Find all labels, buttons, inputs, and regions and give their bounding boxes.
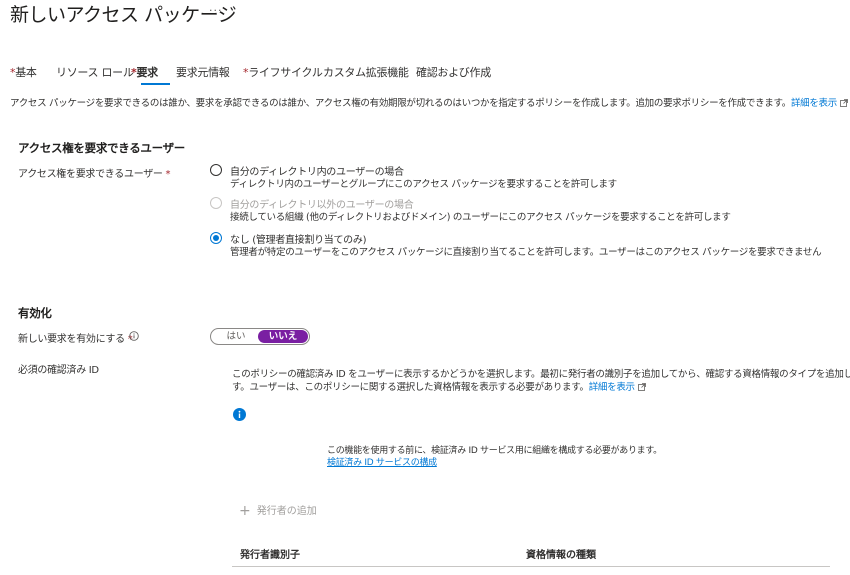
tab-basics[interactable]: *基本 [10, 64, 37, 80]
learn-more-link[interactable]: 詳細を表示 [589, 382, 635, 393]
more-options-button[interactable]: ··· [209, 4, 223, 17]
tab-requests[interactable]: *要求 [131, 64, 158, 80]
required-marker: * [165, 169, 171, 180]
radio-description: 接続している組織 (他のディレクトリおよびドメイン) のユーザーにこのアクセス … [230, 212, 731, 223]
verified-id-label: 必須の確認済み ID [18, 365, 99, 376]
enable-heading: 有効化 [18, 306, 52, 320]
learn-more-link[interactable]: 詳細を表示 [791, 98, 837, 109]
radio-button[interactable] [210, 164, 222, 176]
button-label: 発行者の追加 [256, 506, 317, 517]
tab-label: ライフサイクル [248, 66, 323, 79]
verified-id-description-line2: す。ユーザーは、このポリシーに関する選択した資格情報を表示する必要があります。詳… [232, 379, 646, 393]
access-package-requests-page: 新しいアクセス パッケージ ··· *基本 リソース ロール *要求 要求元情報… [0, 0, 850, 575]
field-label-text: アクセス権を要求できるユーザー [18, 169, 163, 180]
tab-review-create[interactable]: 確認および作成 [416, 64, 491, 80]
add-issuer-button[interactable]: + 発行者の追加 [239, 502, 317, 519]
toggle-no-option[interactable]: いいえ [258, 330, 308, 343]
tab-resource-roles[interactable]: リソース ロール [56, 64, 134, 80]
description-text: アクセス パッケージを要求できるのは誰か、要求を承認できるのは誰か、アクセス権の… [10, 98, 791, 109]
tab-requestor-information[interactable]: 要求元情報 [176, 64, 230, 80]
configure-verified-id-link[interactable]: 検証済み ID サービスの構成 [327, 455, 437, 468]
radio-description: 管理者が特定のユーザーをこのアクセス パッケージに直接割り当てることを許可します… [230, 247, 822, 258]
toggle-yes-option[interactable]: はい [211, 329, 261, 344]
external-link-icon [840, 99, 848, 107]
info-icon[interactable] [129, 331, 139, 341]
active-tab-indicator [141, 83, 170, 85]
tab-label: 確認および作成 [416, 66, 491, 79]
tab-lifecycle[interactable]: *ライフサイクル [243, 64, 323, 80]
who-can-request-label: アクセス権を要求できるユーザー * [18, 165, 170, 180]
tab-label: リソース ロール [56, 66, 134, 79]
tab-label: 基本 [15, 66, 37, 79]
tab-custom-extensions[interactable]: カスタム拡張機能 [323, 64, 409, 80]
new-requests-label: 新しい要求を有効にする * [18, 330, 133, 345]
tab-label: 要求 [136, 66, 158, 79]
external-link-icon [637, 383, 646, 391]
field-label-text: 新しい要求を有効にする [18, 334, 125, 345]
plus-icon: + [239, 503, 251, 519]
who-can-request-heading: アクセス権を要求できるユーザー [18, 141, 185, 155]
tab-label: 要求元情報 [176, 66, 230, 79]
column-header-issuer-id: 発行者識別子 [240, 550, 300, 561]
page-title: 新しいアクセス パッケージ [10, 4, 237, 26]
enable-requests-toggle[interactable]: はい いいえ [210, 328, 310, 345]
column-header-credential-type: 資格情報の種類 [526, 550, 596, 561]
description-text: す。ユーザーは、このポリシーに関する選択した資格情報を表示する必要があります。 [232, 382, 589, 393]
tab-label: カスタム拡張機能 [323, 66, 409, 79]
info-icon [233, 408, 246, 421]
radio-button[interactable] [210, 232, 222, 244]
table-divider [232, 566, 830, 567]
radio-button [210, 197, 222, 209]
page-description: アクセス パッケージを要求できるのは誰か、要求を承認できるのは誰か、アクセス権の… [10, 95, 848, 109]
verified-id-description-line1: このポリシーの確認済み ID をユーザーに表示するかどうかを選択します。最初に発… [232, 369, 850, 380]
radio-description: ディレクトリ内のユーザーとグループにこのアクセス パッケージを要求することを許可… [230, 179, 617, 190]
